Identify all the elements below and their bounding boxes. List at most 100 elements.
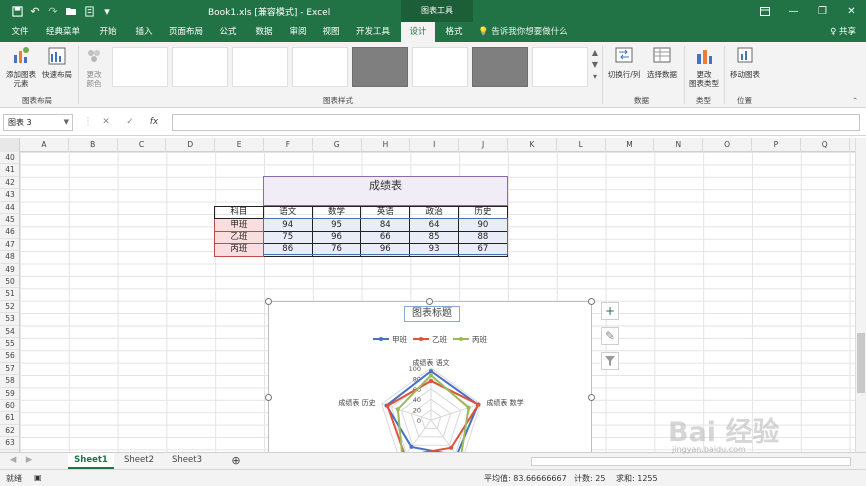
- row-label-cell[interactable]: 甲班: [214, 218, 264, 232]
- tab-page-layout[interactable]: 页面布局: [164, 22, 208, 42]
- tab-classic-menu[interactable]: 经典菜单: [40, 22, 86, 42]
- row-header[interactable]: 63: [0, 437, 19, 450]
- row-header[interactable]: 51: [0, 288, 19, 301]
- row-header[interactable]: 41: [0, 164, 19, 177]
- row-header[interactable]: 40: [0, 152, 19, 165]
- header-cell[interactable]: 科目: [214, 205, 264, 220]
- column-header[interactable]: G: [313, 138, 362, 152]
- column-header[interactable]: A: [20, 138, 69, 152]
- value-cell[interactable]: 85: [409, 230, 459, 245]
- column-header[interactable]: K: [508, 138, 557, 152]
- column-header[interactable]: O: [703, 138, 752, 152]
- chart-style-6[interactable]: [412, 47, 468, 87]
- enter-icon[interactable]: ✓: [122, 114, 138, 131]
- sheet-tab-sheet1[interactable]: Sheet1: [68, 453, 114, 469]
- add-chart-element-button[interactable]: 添加图表 元素: [4, 46, 38, 88]
- column-header[interactable]: N: [654, 138, 704, 152]
- value-cell[interactable]: 93: [409, 243, 459, 257]
- chart-elements-plus-icon[interactable]: +: [601, 302, 619, 320]
- row-header[interactable]: 42: [0, 177, 19, 190]
- value-cell[interactable]: 75: [262, 230, 313, 245]
- row-header[interactable]: 44: [0, 202, 19, 214]
- chart-style-7[interactable]: [472, 47, 528, 87]
- row-header[interactable]: 62: [0, 425, 19, 438]
- value-cell[interactable]: 86: [262, 243, 313, 257]
- chart-filter-icon[interactable]: [601, 352, 619, 370]
- add-sheet-icon[interactable]: ⊕: [228, 453, 244, 469]
- chart-styles-scroll[interactable]: ▲ ▼ ▾: [590, 47, 600, 87]
- tab-developer[interactable]: 开发工具: [350, 22, 396, 42]
- column-header[interactable]: P: [752, 138, 801, 152]
- vertical-scrollbar[interactable]: [855, 138, 866, 452]
- tab-format[interactable]: 格式: [438, 22, 470, 42]
- value-cell[interactable]: 64: [409, 218, 459, 232]
- next-sheet-icon[interactable]: ▶: [22, 453, 36, 469]
- chart-style-1[interactable]: [112, 47, 168, 87]
- ribbon-display-options-icon[interactable]: [750, 0, 779, 22]
- column-header[interactable]: H: [362, 138, 411, 152]
- column-header[interactable]: L: [557, 138, 606, 152]
- chart-style-4[interactable]: [292, 47, 348, 87]
- chart-styles-brush-icon[interactable]: ✎: [601, 327, 619, 345]
- header-cell[interactable]: 历史: [457, 205, 508, 220]
- sheet-tab-sheet2[interactable]: Sheet2: [116, 453, 162, 469]
- resize-handle[interactable]: [426, 298, 433, 305]
- column-header[interactable]: F: [264, 138, 313, 152]
- select-data-button[interactable]: 选择数据: [644, 46, 680, 79]
- row-header[interactable]: 46: [0, 226, 19, 239]
- switch-row-column-button[interactable]: 切换行/列: [604, 46, 644, 79]
- undo-icon[interactable]: ↶: [26, 2, 44, 20]
- value-cell[interactable]: 96: [360, 243, 411, 257]
- tab-home[interactable]: 开始: [90, 22, 126, 42]
- formula-input[interactable]: [172, 114, 860, 131]
- row-header[interactable]: 52: [0, 301, 19, 314]
- tab-design[interactable]: 设计: [401, 22, 435, 42]
- select-all-corner[interactable]: [0, 138, 20, 152]
- row-header[interactable]: 53: [0, 313, 19, 326]
- restore-icon[interactable]: ❐: [808, 0, 837, 22]
- header-cell[interactable]: 英语: [360, 205, 411, 220]
- vertical-scroll-thumb[interactable]: [857, 333, 865, 393]
- row-header[interactable]: 56: [0, 350, 19, 363]
- column-header[interactable]: Q: [801, 138, 850, 152]
- tab-file[interactable]: 文件: [6, 22, 34, 42]
- row-header[interactable]: 58: [0, 375, 19, 388]
- customize-qat-icon[interactable]: ▾: [98, 2, 116, 20]
- cancel-icon[interactable]: ✕: [98, 114, 114, 131]
- collapse-ribbon-icon[interactable]: ⌃: [850, 96, 860, 105]
- insert-function-icon[interactable]: fx: [146, 114, 162, 131]
- column-header[interactable]: M: [606, 138, 655, 152]
- column-header[interactable]: E: [215, 138, 264, 152]
- move-chart-button[interactable]: 移动图表: [726, 46, 764, 79]
- value-cell[interactable]: 76: [311, 243, 362, 257]
- redo-icon[interactable]: ↷: [44, 2, 62, 20]
- row-header[interactable]: 47: [0, 239, 19, 252]
- value-cell[interactable]: 88: [457, 230, 508, 245]
- column-header[interactable]: B: [69, 138, 118, 152]
- print-preview-icon[interactable]: [80, 2, 98, 20]
- share-button[interactable]: ♀ 共享: [830, 22, 856, 42]
- open-folder-icon[interactable]: [62, 2, 80, 20]
- resize-handle[interactable]: [265, 394, 272, 401]
- column-header[interactable]: D: [166, 138, 216, 152]
- chevron-down-icon[interactable]: ▼: [64, 115, 69, 130]
- row-header[interactable]: 55: [0, 338, 19, 351]
- column-header[interactable]: I: [410, 138, 460, 152]
- value-cell[interactable]: 90: [457, 218, 508, 232]
- tab-formulas[interactable]: 公式: [212, 22, 244, 42]
- row-header[interactable]: 48: [0, 251, 19, 264]
- minimize-icon[interactable]: —: [779, 0, 808, 22]
- row-header[interactable]: 50: [0, 276, 19, 289]
- tab-insert[interactable]: 插入: [128, 22, 160, 42]
- macro-record-icon[interactable]: ▣: [34, 473, 42, 482]
- header-cell[interactable]: 语文: [262, 205, 313, 220]
- resize-handle[interactable]: [588, 394, 595, 401]
- value-cell[interactable]: 96: [311, 230, 362, 245]
- row-header[interactable]: 60: [0, 400, 19, 413]
- row-header[interactable]: 61: [0, 412, 19, 425]
- header-cell[interactable]: 政治: [409, 205, 459, 220]
- tell-me-search[interactable]: 💡 告诉我你想要做什么: [478, 22, 568, 42]
- value-cell[interactable]: 94: [262, 218, 313, 232]
- quick-layout-button[interactable]: 快速布局: [40, 46, 74, 79]
- row-header[interactable]: 57: [0, 363, 19, 376]
